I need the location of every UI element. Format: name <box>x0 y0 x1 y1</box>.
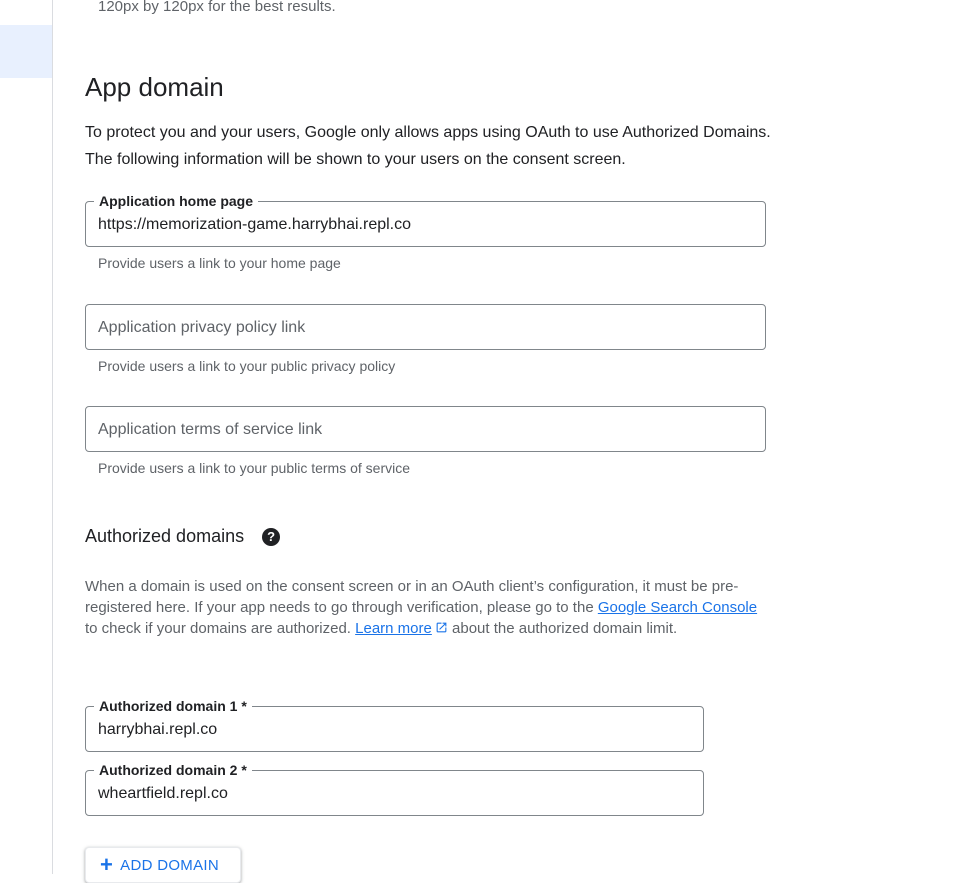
help-circle-icon[interactable]: ? <box>262 527 281 546</box>
home-page-value[interactable]: https://memorization-game.harrybhai.repl… <box>98 202 411 248</box>
google-search-console-link[interactable]: Google Search Console <box>598 599 757 616</box>
authorized-domain-2-field[interactable]: Authorized domain 2 * wheartfield.repl.c… <box>85 761 704 817</box>
authorized-domain-2-value[interactable]: wheartfield.repl.co <box>98 771 228 817</box>
terms-of-service-helper: Provide users a link to your public term… <box>98 460 411 476</box>
home-page-helper: Provide users a link to your home page <box>98 255 341 271</box>
authorized-domains-title: Authorized domains ? <box>85 526 281 547</box>
terms-of-service-placeholder: Application terms of service link <box>98 421 323 438</box>
add-domain-button[interactable]: + ADD DOMAIN <box>85 847 241 883</box>
privacy-policy-placeholder: Application privacy policy link <box>98 319 306 336</box>
privacy-policy-field[interactable]: Application privacy policy link <box>85 304 766 350</box>
external-link-icon[interactable] <box>435 621 448 634</box>
app-domain-description: To protect you and your users, Google on… <box>85 124 771 168</box>
authorized-domains-title-text: Authorized domains <box>85 526 245 546</box>
add-domain-label: ADD DOMAIN <box>120 856 219 874</box>
domains-desc-part3: about the authorized domain limit. <box>447 620 678 637</box>
nav-item-active[interactable] <box>0 25 52 78</box>
home-page-field[interactable]: Application home page https://memorizati… <box>85 192 766 248</box>
learn-more-link[interactable]: Learn more <box>355 620 432 637</box>
domains-desc-part2: to check if your domains are authorized. <box>85 620 356 637</box>
logo-size-hint: 120px by 120px for the best results. <box>98 0 336 15</box>
privacy-policy-helper: Provide users a link to your public priv… <box>98 358 396 374</box>
plus-icon: + <box>100 852 114 877</box>
left-nav-rail <box>0 0 53 874</box>
app-domain-title: App domain <box>85 72 224 102</box>
terms-of-service-field[interactable]: Application terms of service link <box>85 406 766 452</box>
authorized-domain-1-value[interactable]: harrybhai.repl.co <box>98 707 217 753</box>
authorized-domains-description: When a domain is used on the consent scr… <box>85 576 765 639</box>
authorized-domain-1-field[interactable]: Authorized domain 1 * harrybhai.repl.co <box>85 697 704 753</box>
